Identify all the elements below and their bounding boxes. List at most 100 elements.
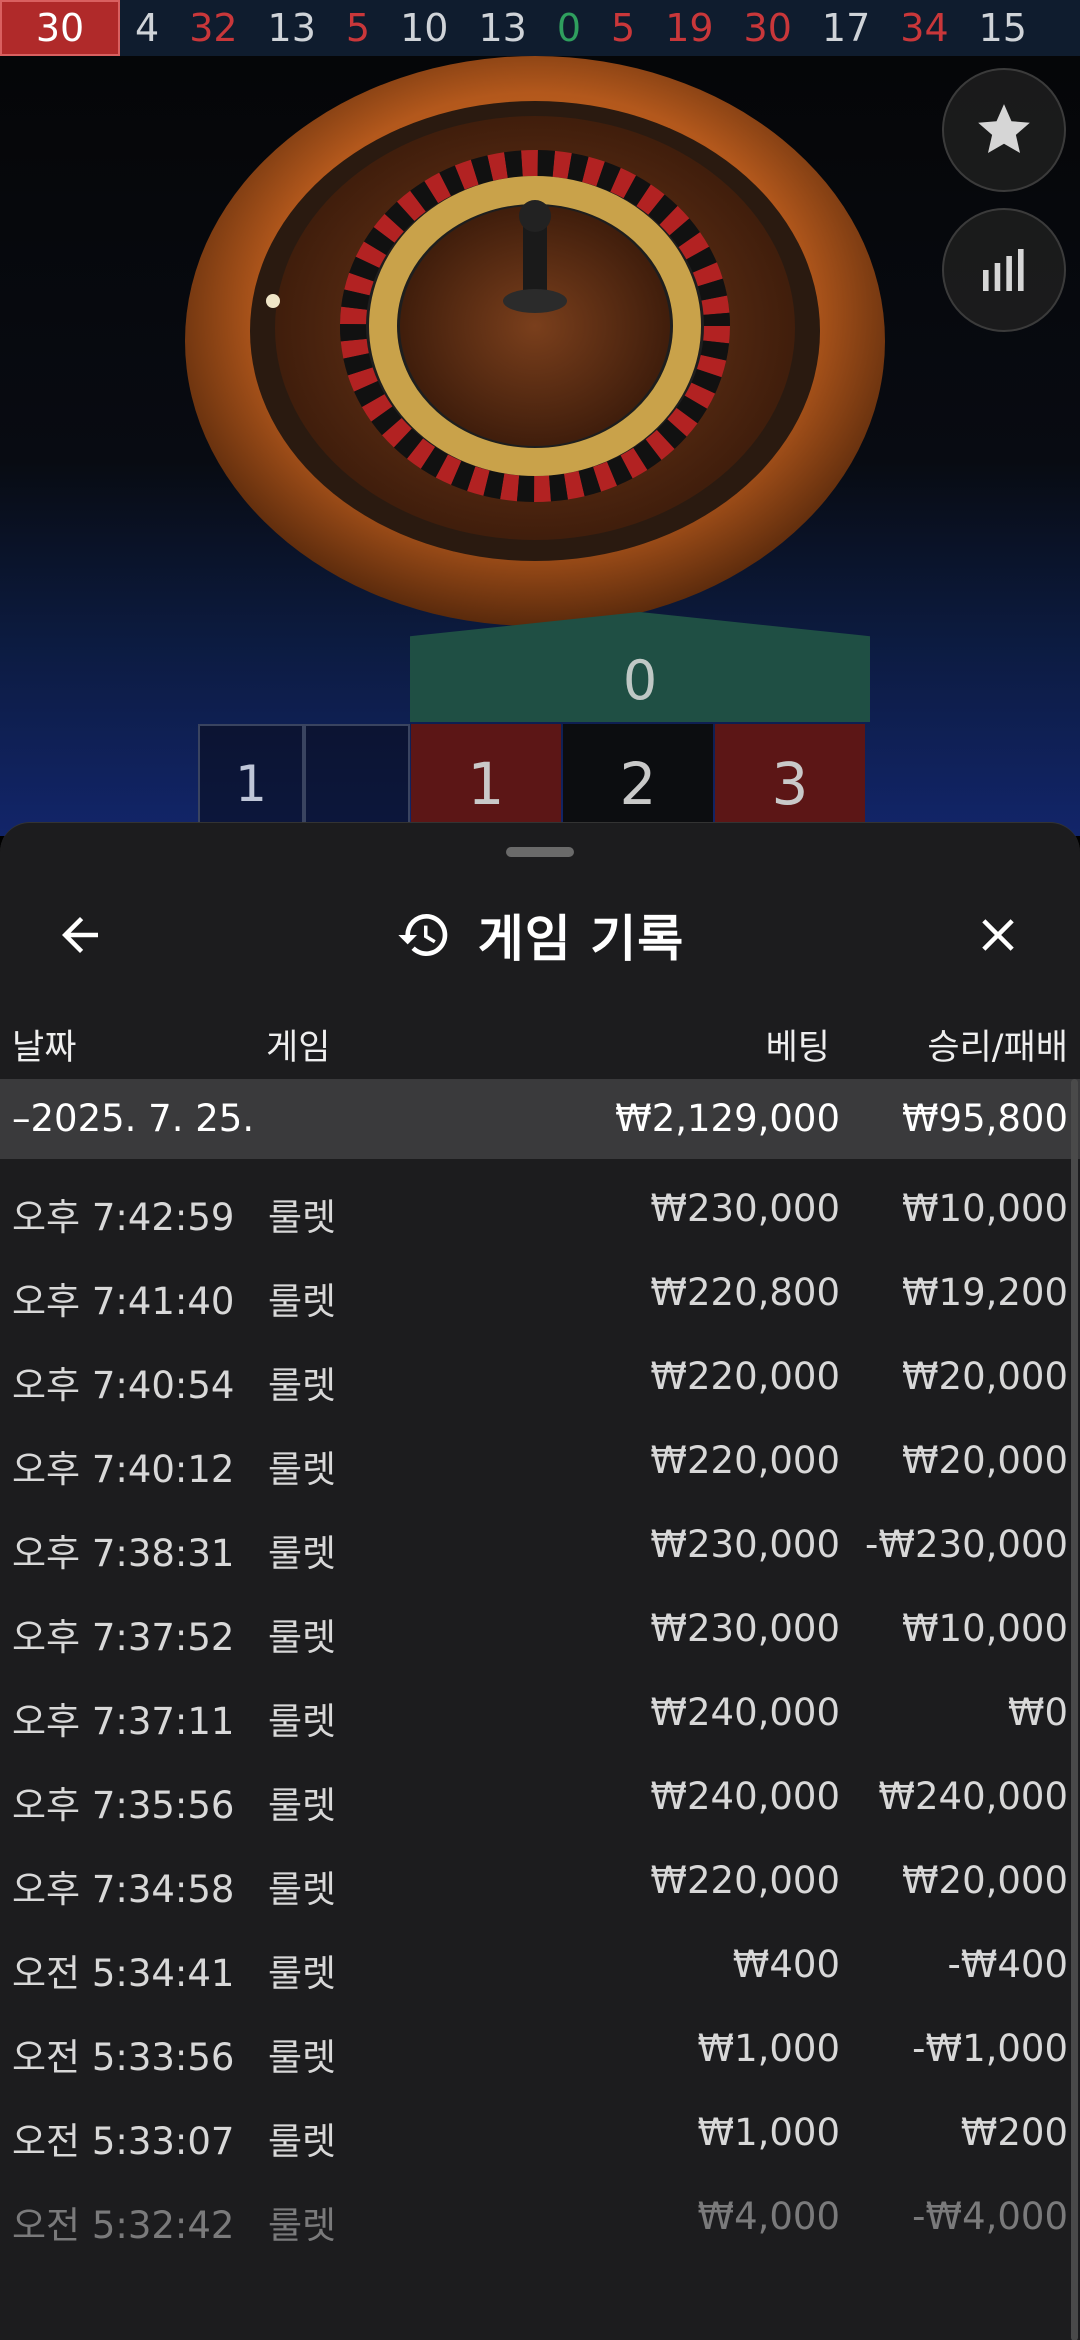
bar-chart-icon [983, 249, 1024, 291]
row-time: 오후 7:41:40 [12, 1280, 235, 1323]
row-time: 오후 7:42:59 [12, 1196, 235, 1239]
history-row[interactable]: 오후 7:35:56 룰렛 ₩240,000 ₩240,000 [0, 1755, 1080, 1839]
history-row[interactable]: 오후 7:40:54 룰렛 ₩220,000 ₩20,000 [0, 1335, 1080, 1419]
history-row[interactable]: 오후 7:37:52 룰렛 ₩230,000 ₩10,000 [0, 1587, 1080, 1671]
favorites-button[interactable] [942, 68, 1066, 192]
row-time: 오전 5:32:42 [12, 2204, 235, 2247]
history-row[interactable]: 오후 7:41:40 룰렛 ₩220,800 ₩19,200 [0, 1251, 1080, 1335]
arrow-left-icon [62, 917, 98, 953]
close-button[interactable] [966, 903, 1030, 967]
result-number: 13 [478, 6, 527, 50]
column-header-win-loss: 승리/패배 [927, 1028, 1068, 1068]
result-number: 13 [267, 6, 316, 50]
row-bet: ₩1,000 [697, 2111, 840, 2154]
row-game: 룰렛 [268, 1616, 337, 1659]
row-time: 오전 5:33:56 [12, 2036, 235, 2079]
row-bet: ₩230,000 [650, 1607, 840, 1650]
result-number: 30 [743, 6, 792, 50]
row-win-loss: -₩4,000 [912, 2195, 1068, 2238]
history-icon [398, 914, 448, 956]
statistics-button[interactable] [942, 208, 1066, 332]
page-title: 게임 기록 [477, 910, 685, 968]
row-win-loss: ₩0 [1007, 1691, 1068, 1734]
row-bet: ₩1,000 [697, 2027, 840, 2070]
result-number: 34 [900, 6, 949, 50]
row-time: 오후 7:40:54 [12, 1364, 235, 1407]
row-game: 룰렛 [268, 1280, 337, 1323]
history-row[interactable]: 오전 5:32:42 룰렛 ₩4,000 -₩4,000 [0, 2175, 1080, 2259]
latest-result: 30 [0, 0, 120, 56]
row-game: 룰렛 [268, 1196, 337, 1239]
result-number: 32 [189, 6, 238, 50]
row-win-loss: ₩10,000 [901, 1187, 1068, 1230]
row-game: 룰렛 [268, 1448, 337, 1491]
row-game: 룰렛 [268, 2204, 337, 2247]
row-win-loss: -₩1,000 [912, 2027, 1068, 2070]
row-time: 오후 7:37:52 [12, 1616, 235, 1659]
row-win-loss: ₩20,000 [901, 1355, 1068, 1398]
row-win-loss: -₩400 [947, 1943, 1068, 1986]
table-header: 날짜 게임 베팅 승리/패배 [0, 1005, 1080, 1075]
bet-cell-3[interactable]: 3 [715, 724, 865, 836]
bet-cell-side[interactable]: 1 [198, 724, 304, 836]
column-header-bet: 베팅 [765, 1028, 830, 1068]
result-number: 10 [400, 6, 449, 50]
row-bet: ₩400 [732, 1943, 840, 1986]
game-history-panel: 게임 기록 날짜 게임 베팅 승리/패배 –2025. 7. 25. ₩2,12… [0, 822, 1080, 2340]
row-time: 오후 7:38:31 [12, 1532, 235, 1575]
row-win-loss: ₩20,000 [901, 1439, 1068, 1482]
row-bet: ₩230,000 [650, 1187, 840, 1230]
row-win-loss: ₩20,000 [901, 1859, 1068, 1902]
result-number: 5 [611, 6, 636, 50]
row-win-loss: ₩200 [960, 2111, 1068, 2154]
row-bet: ₩240,000 [650, 1691, 840, 1734]
history-row[interactable]: 오후 7:42:59 룰렛 ₩230,000 ₩10,000 [0, 1167, 1080, 1251]
row-time: 오후 7:34:58 [12, 1868, 235, 1911]
row-game: 룰렛 [268, 1700, 337, 1743]
bet-cell-side-blank[interactable] [304, 724, 410, 836]
row-bet: ₩220,000 [650, 1355, 840, 1398]
star-icon [978, 104, 1030, 153]
history-row[interactable]: 오후 7:34:58 룰렛 ₩220,000 ₩20,000 [0, 1839, 1080, 1923]
group-bet-total: ₩2,129,000 [615, 1097, 840, 1140]
history-row[interactable]: 오전 5:33:56 룰렛 ₩1,000 -₩1,000 [0, 2007, 1080, 2091]
row-win-loss: ₩19,200 [901, 1271, 1068, 1314]
row-time: 오후 7:40:12 [12, 1448, 235, 1491]
recent-results-strip: 30 4 32 13 5 10 13 0 5 19 30 17 34 15 [0, 0, 1080, 56]
back-button[interactable] [48, 903, 112, 967]
panel-header: 게임 기록 [0, 873, 1080, 997]
row-bet: ₩230,000 [650, 1523, 840, 1566]
row-time: 오전 5:34:41 [12, 1952, 235, 1995]
row-bet: ₩220,000 [650, 1859, 840, 1902]
history-row[interactable]: 오후 7:40:12 룰렛 ₩220,000 ₩20,000 [0, 1419, 1080, 1503]
history-row[interactable]: 오전 5:34:41 룰렛 ₩400 -₩400 [0, 1923, 1080, 2007]
result-number: 5 [345, 6, 371, 50]
row-bet: ₩240,000 [650, 1775, 840, 1818]
row-game: 룰렛 [268, 1532, 337, 1575]
result-number: 0 [556, 6, 581, 50]
row-game: 룰렛 [268, 2120, 337, 2163]
bet-cell-1[interactable]: 1 [411, 724, 561, 836]
date-group-row[interactable]: –2025. 7. 25. ₩2,129,000 ₩95,800 [0, 1079, 1080, 1159]
row-win-loss: -₩230,000 [865, 1523, 1068, 1566]
row-win-loss: ₩10,000 [901, 1607, 1068, 1650]
row-bet: ₩220,800 [650, 1271, 840, 1314]
row-time: 오전 5:33:07 [12, 2120, 235, 2163]
row-game: 룰렛 [268, 1784, 337, 1827]
row-game: 룰렛 [268, 1868, 337, 1911]
roulette-wheel [185, 56, 885, 626]
bet-cell-2[interactable]: 2 [563, 724, 713, 836]
row-bet: ₩4,000 [697, 2195, 840, 2238]
row-time: 오후 7:35:56 [12, 1784, 235, 1827]
row-game: 룰렛 [268, 2036, 337, 2079]
group-date: –2025. 7. 25. [12, 1097, 255, 1140]
column-header-date: 날짜 [12, 1028, 77, 1068]
history-row[interactable]: 오후 7:37:11 룰렛 ₩240,000 ₩0 [0, 1671, 1080, 1755]
result-number: 15 [978, 6, 1027, 50]
scrollbar[interactable] [1071, 1079, 1078, 2340]
history-row[interactable]: 오후 7:38:31 룰렛 ₩230,000 -₩230,000 [0, 1503, 1080, 1587]
history-list: 오후 7:42:59 룰렛 ₩230,000 ₩10,000 오후 7:41:40 룰렛 ₩… [0, 1167, 1080, 2259]
group-win-loss-total: ₩95,800 [901, 1097, 1068, 1140]
drag-handle[interactable] [506, 847, 574, 857]
history-row[interactable]: 오전 5:33:07 룰렛 ₩1,000 ₩200 [0, 2091, 1080, 2175]
